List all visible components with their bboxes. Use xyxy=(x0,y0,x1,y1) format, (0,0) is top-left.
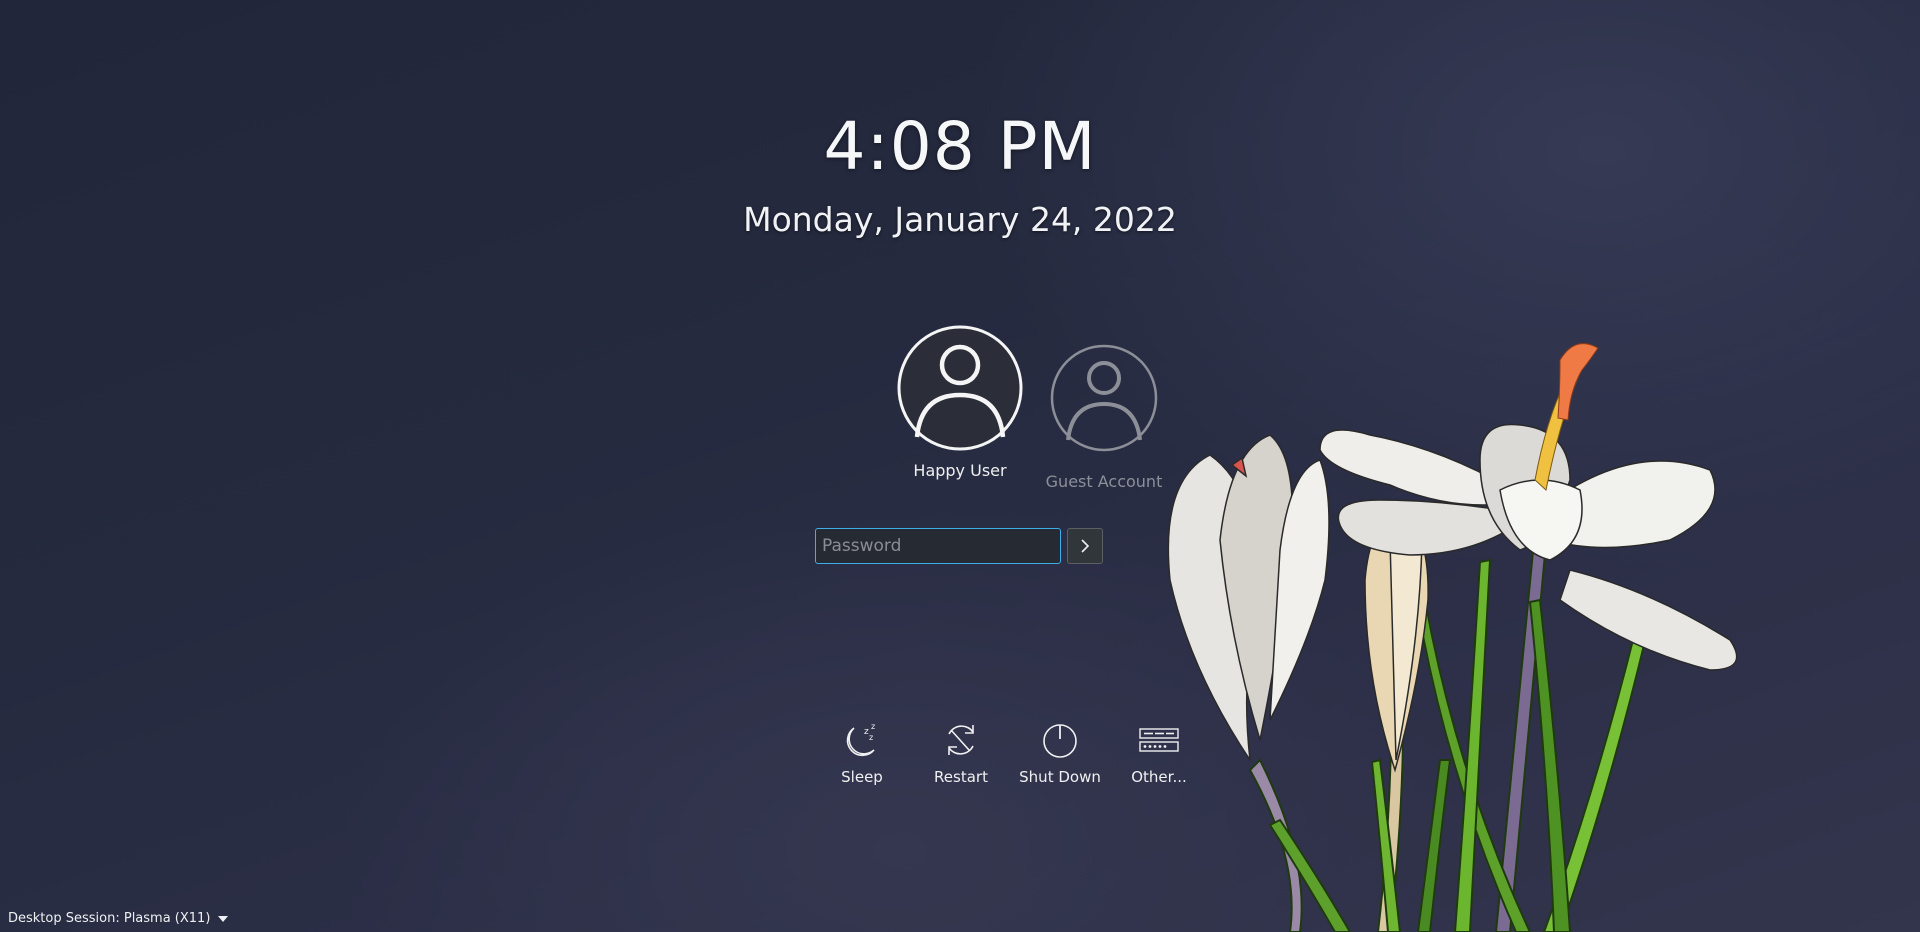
dropdown-arrow-icon xyxy=(218,915,229,922)
other-options-icon xyxy=(1139,728,1179,752)
power-actions: z z z Sleep Restart Shut Down Other... xyxy=(760,720,1187,790)
clock-date: Monday, January 24, 2022 xyxy=(743,200,1177,239)
chevron-right-icon xyxy=(1081,539,1090,553)
shut-down-label: Shut Down xyxy=(1019,768,1101,786)
user-avatar-icon xyxy=(880,325,1040,451)
svg-text:z: z xyxy=(869,733,873,742)
password-input[interactable] xyxy=(815,528,1061,564)
sleep-moon-icon: z z z xyxy=(846,722,875,757)
sleep-label: Sleep xyxy=(841,768,883,786)
wallpaper-crocus-flowers xyxy=(1167,343,1738,932)
other-button[interactable]: Other... xyxy=(1109,720,1209,786)
power-icon xyxy=(1043,724,1077,758)
shut-down-button[interactable]: Shut Down xyxy=(1010,720,1110,786)
login-submit-button[interactable] xyxy=(1067,528,1103,564)
user-guest-account[interactable]: Guest Account xyxy=(1030,344,1178,491)
user-name-label: Happy User xyxy=(913,461,1007,480)
restart-button[interactable]: Restart xyxy=(911,720,1011,786)
user-name-label: Guest Account xyxy=(1045,472,1163,491)
restart-icon xyxy=(948,725,974,755)
desktop-session-label: Desktop Session: Plasma (X11) xyxy=(8,911,211,926)
desktop-session-selector[interactable]: Desktop Session: Plasma (X11) xyxy=(8,911,229,926)
login-form xyxy=(815,528,1103,564)
other-label: Other... xyxy=(1131,768,1187,786)
user-avatar-icon xyxy=(1030,344,1178,452)
clock-time: 4:08 PM xyxy=(823,108,1097,185)
restart-label: Restart xyxy=(934,768,988,786)
svg-text:z: z xyxy=(871,722,875,731)
sleep-button[interactable]: z z z Sleep xyxy=(812,720,912,786)
user-happy-user[interactable]: Happy User xyxy=(880,325,1040,480)
